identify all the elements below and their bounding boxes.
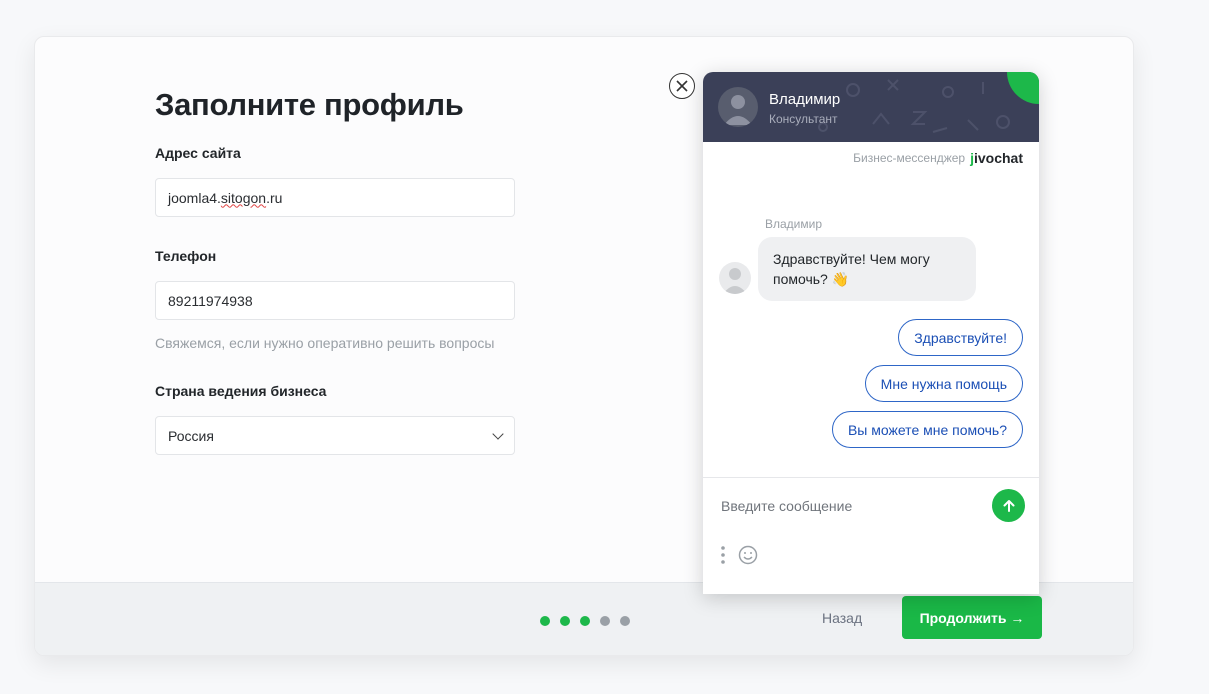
message-avatar bbox=[719, 262, 751, 294]
back-button[interactable]: Назад bbox=[822, 610, 862, 626]
send-button[interactable] bbox=[992, 489, 1025, 522]
jivochat-logo: jivochat bbox=[970, 150, 1023, 166]
phone-value: 89211974938 bbox=[168, 292, 253, 309]
country-select[interactable]: Россия bbox=[155, 416, 515, 455]
message-bubble: Здравствуйте! Чем могу помочь? 👋 bbox=[758, 237, 976, 301]
close-icon[interactable] bbox=[669, 73, 695, 99]
country-value: Россия bbox=[168, 427, 214, 444]
smile-icon[interactable] bbox=[738, 545, 758, 565]
phone-hint: Свяжемся, если нужно оперативно решить в… bbox=[155, 335, 495, 351]
quick-reply[interactable]: Мне нужна помощь bbox=[864, 365, 1023, 402]
step-indicator bbox=[540, 616, 630, 626]
site-value-suffix: .ru bbox=[266, 189, 283, 206]
chat-composer bbox=[703, 477, 1039, 594]
page-title: Заполните профиль bbox=[155, 87, 464, 122]
quick-reply[interactable]: Здравствуйте! bbox=[898, 319, 1023, 356]
continue-button[interactable]: Продолжить → bbox=[902, 596, 1042, 639]
operator-name: Владимир bbox=[769, 91, 841, 108]
chevron-down-icon bbox=[492, 428, 504, 440]
chat-widget: Владимир Консультант Бизнес-мессенджер j… bbox=[703, 72, 1039, 594]
logo-rest: ivochat bbox=[973, 150, 1023, 166]
site-label: Адрес сайта bbox=[155, 145, 241, 161]
message-input[interactable] bbox=[719, 497, 985, 515]
site-input[interactable]: joomla4. sitogon .ru bbox=[155, 178, 515, 217]
profile-form: Заполните профиль Адрес сайта joomla4. si… bbox=[155, 87, 515, 455]
more-vertical-icon[interactable] bbox=[721, 546, 725, 564]
site-value-spell: sitogon bbox=[220, 189, 267, 206]
step-dot bbox=[560, 616, 570, 626]
phone-input[interactable]: 89211974938 bbox=[155, 281, 515, 320]
operator-role: Консультант bbox=[769, 112, 838, 126]
brand-caption: Бизнес-мессенджер bbox=[853, 151, 966, 165]
step-dot bbox=[620, 616, 630, 626]
country-label: Страна ведения бизнеса bbox=[155, 383, 327, 399]
site-value-prefix: joomla4. bbox=[168, 189, 221, 206]
quick-reply[interactable]: Вы можете мне помочь? bbox=[831, 411, 1023, 448]
operator-avatar bbox=[718, 87, 758, 127]
brand-line[interactable]: Бизнес-мессенджер jivochat bbox=[853, 150, 1023, 166]
phone-label: Телефон bbox=[155, 248, 217, 264]
arrow-up-icon bbox=[1003, 499, 1014, 512]
step-dot bbox=[600, 616, 610, 626]
step-dot bbox=[540, 616, 550, 626]
message-author: Владимир bbox=[765, 217, 823, 231]
chat-header: Владимир Консультант bbox=[703, 72, 1039, 142]
step-dot bbox=[580, 616, 590, 626]
